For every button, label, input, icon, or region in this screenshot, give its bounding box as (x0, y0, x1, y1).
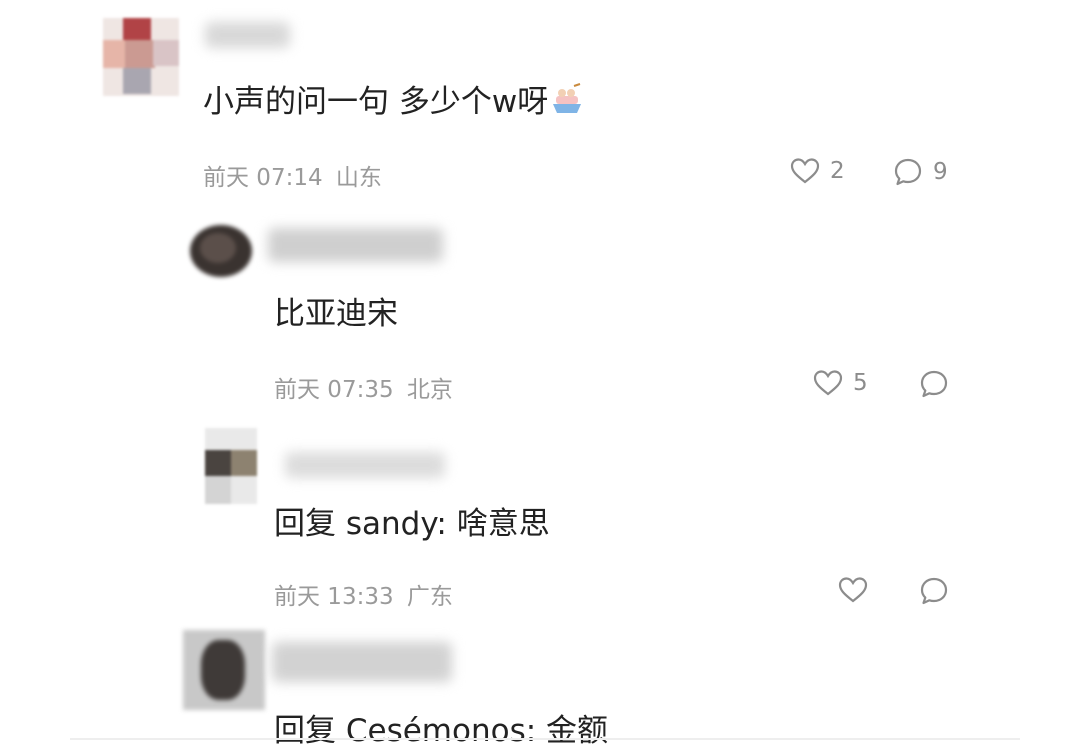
heart-outline-icon (790, 158, 820, 184)
comment-text: 比亚迪宋 (274, 296, 398, 332)
username-redacted[interactable] (285, 452, 445, 478)
speech-bubble-icon (920, 370, 948, 398)
heart-outline-icon (838, 577, 868, 603)
comment-text: 回复 Cesémonos: 金额 (274, 713, 609, 749)
avatar[interactable] (183, 630, 265, 710)
comment-meta: 前天 13:33 广东 (274, 577, 453, 611)
reply-button[interactable] (919, 369, 959, 399)
reply-count: 9 (933, 159, 948, 185)
location: 北京 (406, 377, 453, 403)
heart-outline-icon (813, 370, 843, 396)
timestamp: 前天 13:33 (274, 584, 394, 610)
like-button[interactable]: 2 (790, 157, 845, 185)
like-button[interactable]: 5 (813, 369, 868, 397)
comment-text: 回复 sandy: 啥意思 (274, 506, 550, 542)
avatar[interactable] (190, 225, 252, 277)
comment-text: 小声的问一句 多少个w呀 (203, 76, 584, 121)
like-count: 5 (853, 370, 868, 396)
username-redacted[interactable] (205, 22, 290, 48)
comment-meta: 前天 07:14 山东 (203, 158, 382, 192)
like-count: 2 (830, 158, 845, 184)
username-redacted[interactable] (272, 642, 452, 682)
divider (70, 738, 1020, 740)
location: 山东 (335, 165, 382, 191)
speech-bubble-icon (920, 577, 948, 605)
rowboat-emoji-icon (553, 83, 582, 113)
comment-meta: 前天 07:35 北京 (274, 370, 453, 404)
username-redacted[interactable] (268, 228, 443, 262)
timestamp: 前天 07:35 (274, 377, 394, 403)
avatar[interactable] (103, 18, 179, 96)
timestamp: 前天 07:14 (203, 165, 323, 191)
reply-button[interactable] (919, 576, 959, 606)
like-button[interactable] (838, 576, 878, 604)
location: 广东 (406, 584, 453, 610)
avatar[interactable] (205, 428, 257, 504)
reply-button[interactable]: 9 (893, 157, 948, 187)
speech-bubble-icon (894, 158, 922, 186)
